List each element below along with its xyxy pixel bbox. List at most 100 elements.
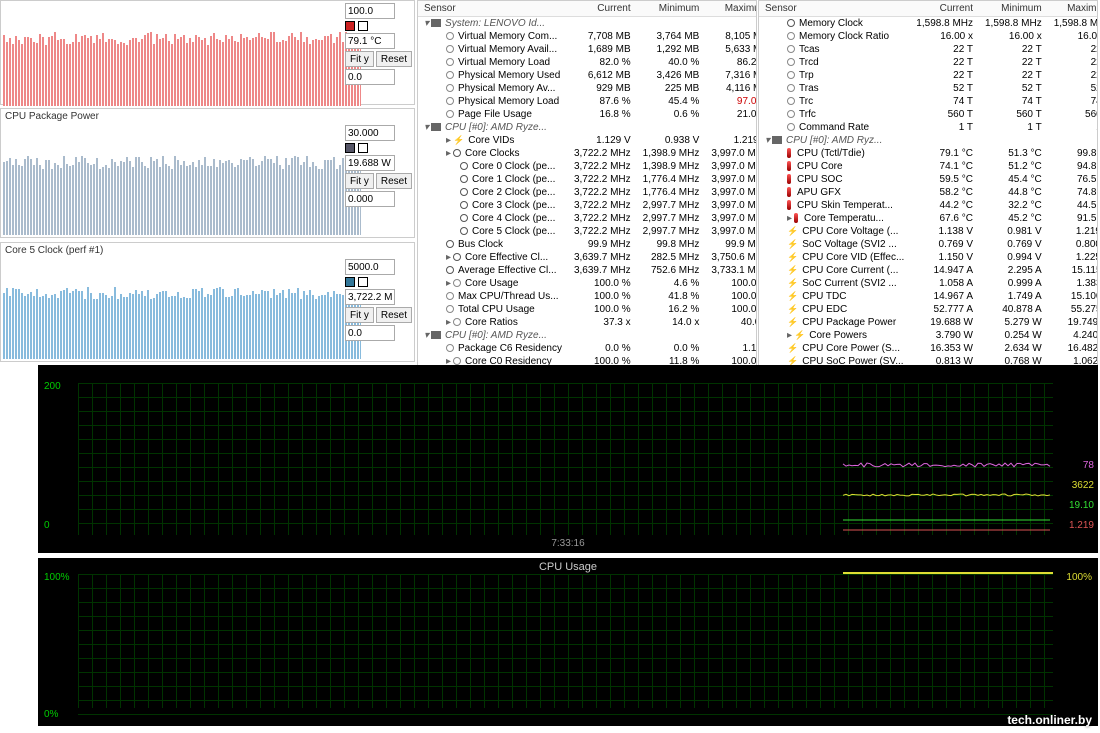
fit-y-button[interactable]: Fit y — [345, 173, 374, 189]
expand-icon[interactable]: ▸ — [446, 252, 451, 263]
sensor-group-row[interactable]: ▾CPU [#0]: AMD Ryz... — [759, 134, 1098, 147]
sensor-group-row[interactable]: ▾CPU [#0]: AMD Ryze... — [418, 121, 757, 134]
sensor-row[interactable]: Core 1 Clock (pe...3,722.2 MHz1,776.4 MH… — [418, 173, 757, 186]
column-header[interactable]: Maximum — [705, 1, 757, 17]
sensor-row[interactable]: ⚡CPU Core Current (...14.947 A2.295 A15.… — [759, 264, 1098, 277]
sensor-row[interactable]: Bus Clock99.9 MHz99.8 MHz99.9 MHz99.9 MH… — [418, 238, 757, 251]
sensor-row[interactable]: ⚡CPU Core VID (Effec...1.150 V0.994 V1.2… — [759, 251, 1098, 264]
sensor-row[interactable]: APU GFX58.2 °C44.8 °C74.8 °C58.8 °C — [759, 186, 1098, 199]
sensor-row[interactable]: Command Rate1 T1 T1 T — [759, 121, 1098, 134]
sensor-row[interactable]: ⚡SoC Current (SVI2 ...1.058 A0.999 A1.38… — [759, 277, 1098, 290]
color-swatch[interactable] — [345, 143, 355, 153]
sensor-row[interactable]: ▸⚡Core VIDs1.129 V0.938 V1.219 V1.095 V — [418, 134, 757, 147]
max-input[interactable] — [345, 125, 395, 141]
sensor-table-left[interactable]: SensorCurrentMinimumMaximumAverage▾Syste… — [417, 0, 757, 420]
color-swatch2[interactable] — [358, 143, 368, 153]
sensor-row[interactable]: Physical Memory Used6,612 MB3,426 MB7,31… — [418, 69, 757, 82]
fit-y-button[interactable]: Fit y — [345, 51, 374, 67]
sensor-row[interactable]: Virtual Memory Com...7,708 MB3,764 MB8,1… — [418, 30, 757, 43]
sensor-group-row[interactable]: ▾CPU [#0]: AMD Ryze... — [418, 329, 757, 342]
sensor-row[interactable]: ▸Core Effective Cl...3,639.7 MHz282.5 MH… — [418, 251, 757, 264]
sensor-row[interactable]: Core 3 Clock (pe...3,722.2 MHz2,997.7 MH… — [418, 199, 757, 212]
sensor-row[interactable]: Trp22 T22 T22 T — [759, 69, 1098, 82]
expand-icon[interactable]: ▸ — [446, 317, 451, 328]
sensor-row[interactable]: Core 0 Clock (pe...3,722.2 MHz1,398.9 MH… — [418, 160, 757, 173]
collapse-icon[interactable]: ▾ — [765, 135, 770, 146]
sensor-row[interactable]: CPU SOC59.5 °C45.4 °C76.5 °C60.1 °C — [759, 173, 1098, 186]
sensor-row[interactable]: Core 5 Clock (pe...3,722.2 MHz2,997.7 MH… — [418, 225, 757, 238]
min-input[interactable] — [345, 325, 395, 341]
sensor-row[interactable]: ⚡SoC Voltage (SVI2 ...0.769 V0.769 V0.80… — [759, 238, 1098, 251]
expand-icon[interactable]: ▸ — [446, 135, 451, 146]
sensor-row[interactable]: ▸Core Temperatu...67.6 °C45.2 °C91.5 °C6… — [759, 212, 1098, 225]
sensor-row[interactable]: CPU Core74.1 °C51.2 °C94.8 °C75.7 °C — [759, 160, 1098, 173]
sensor-row[interactable]: ⚡CPU Package Power19.688 W5.279 W19.749 … — [759, 316, 1098, 329]
column-header[interactable]: Maximum — [1048, 1, 1098, 17]
sensor-icon — [446, 110, 454, 118]
expand-icon[interactable]: ▸ — [446, 148, 451, 159]
mini-graph[interactable] — [3, 125, 361, 235]
mini-graph[interactable] — [3, 259, 361, 359]
sensor-table-right[interactable]: SensorCurrentMinimumMaximumAverageMemory… — [758, 0, 1098, 420]
sensor-row[interactable]: Virtual Memory Avail...1,689 MB1,292 MB5… — [418, 43, 757, 56]
sensor-row[interactable]: Tras52 T52 T52 T — [759, 82, 1098, 95]
max-input[interactable] — [345, 259, 395, 275]
sensor-row[interactable]: Page File Usage16.8 %0.6 %21.0 %13.5 % — [418, 108, 757, 121]
color-swatch2[interactable] — [358, 21, 368, 31]
sensor-row[interactable]: Core 2 Clock (pe...3,722.2 MHz1,776.4 MH… — [418, 186, 757, 199]
column-header[interactable]: Sensor — [418, 1, 568, 17]
mini-graph[interactable] — [3, 3, 361, 106]
sensor-row[interactable]: ▸⚡Core Powers3.790 W0.254 W4.240 W3.687 … — [759, 329, 1098, 342]
min-input[interactable] — [345, 69, 395, 85]
sensor-row[interactable]: Core 4 Clock (pe...3,722.2 MHz2,997.7 MH… — [418, 212, 757, 225]
sensor-row[interactable]: CPU (Tctl/Tdie)79.1 °C51.3 °C99.8 °C81.5… — [759, 147, 1098, 160]
sensor-row[interactable]: ⚡CPU Core Power (S...16.353 W2.634 W16.4… — [759, 342, 1098, 355]
fit-y-button[interactable]: Fit y — [345, 307, 374, 323]
expand-icon[interactable]: ▸ — [787, 330, 792, 341]
min-input[interactable] — [345, 191, 395, 207]
sensor-row[interactable]: Package C6 Residency0.0 %0.0 %1.1 %0.0 % — [418, 342, 757, 355]
max-input[interactable] — [345, 3, 395, 19]
sensor-group-row[interactable]: ▾System: LENOVO Id... — [418, 17, 757, 31]
collapse-icon[interactable]: ▾ — [424, 330, 429, 341]
expand-icon[interactable]: ▸ — [787, 213, 792, 224]
mini-graph-panel: Fit yReset — [0, 0, 415, 105]
reset-button[interactable]: Reset — [376, 51, 412, 67]
sensor-row[interactable]: Average Effective Cl...3,639.7 MHz752.6 … — [418, 264, 757, 277]
sensor-row[interactable]: Memory Clock1,598.8 MHz1,598.8 MHz1,598.… — [759, 17, 1098, 31]
sensor-row[interactable]: ▸Core Clocks3,722.2 MHz1,398.9 MHz3,997.… — [418, 147, 757, 160]
cpu-usage-graph[interactable]: CPU Usage 100% 0% 100% — [38, 558, 1098, 726]
sensor-row[interactable]: Virtual Memory Load82.0 %40.0 %86.2 %83.… — [418, 56, 757, 69]
sensor-row[interactable]: Max CPU/Thread Us...100.0 %41.8 %100.0 %… — [418, 290, 757, 303]
column-header[interactable]: Current — [910, 1, 979, 17]
sensor-row[interactable]: Memory Clock Ratio16.00 x16.00 x16.00 x1… — [759, 30, 1098, 43]
sensor-row[interactable]: Trcd22 T22 T22 T — [759, 56, 1098, 69]
sensor-row[interactable]: Physical Memory Load87.6 %45.4 %97.0 %90… — [418, 95, 757, 108]
multi-sensor-graph[interactable]: 200 0 7:33:16 78362219.101.219 — [38, 365, 1098, 553]
collapse-icon[interactable]: ▾ — [424, 122, 429, 133]
sensor-row[interactable]: Tcas22 T22 T22 T — [759, 43, 1098, 56]
sensor-row[interactable]: ⚡CPU TDC14.967 A1.749 A15.100 A14.627 A — [759, 290, 1098, 303]
sensor-row[interactable]: Trfc560 T560 T560 T — [759, 108, 1098, 121]
collapse-icon[interactable]: ▾ — [424, 18, 429, 29]
column-header[interactable]: Current — [568, 1, 637, 17]
reset-button[interactable]: Reset — [376, 173, 412, 189]
sensor-row[interactable]: Total CPU Usage100.0 %16.2 %100.0 %99.8 … — [418, 303, 757, 316]
sensor-row[interactable]: CPU Skin Temperat...44.2 °C32.2 °C44.5 °… — [759, 199, 1098, 212]
chip-icon — [431, 19, 441, 27]
column-header[interactable]: Minimum — [637, 1, 706, 17]
expand-icon[interactable]: ▸ — [446, 278, 451, 289]
color-swatch2[interactable] — [358, 277, 368, 287]
sensor-row[interactable]: Trc74 T74 T74 T — [759, 95, 1098, 108]
color-swatch[interactable] — [345, 277, 355, 287]
sensor-row[interactable]: ▸Core Ratios37.3 x14.0 x40.0 x36.8 x — [418, 316, 757, 329]
sensor-row[interactable]: ⚡CPU EDC52.777 A40.878 A55.275 A52.831 A — [759, 303, 1098, 316]
column-header[interactable]: Sensor — [759, 1, 910, 17]
color-swatch[interactable] — [345, 21, 355, 31]
sensor-row[interactable]: Physical Memory Av...929 MB225 MB4,116 M… — [418, 82, 757, 95]
reset-button[interactable]: Reset — [376, 307, 412, 323]
sensor-row[interactable]: ▸Core Usage100.0 %4.6 %100.0 %99.8 % — [418, 277, 757, 290]
column-header[interactable]: Minimum — [979, 1, 1048, 17]
sensor-row[interactable]: ⚡CPU Core Voltage (...1.138 V0.981 V1.21… — [759, 225, 1098, 238]
usage-trace — [843, 572, 1053, 574]
